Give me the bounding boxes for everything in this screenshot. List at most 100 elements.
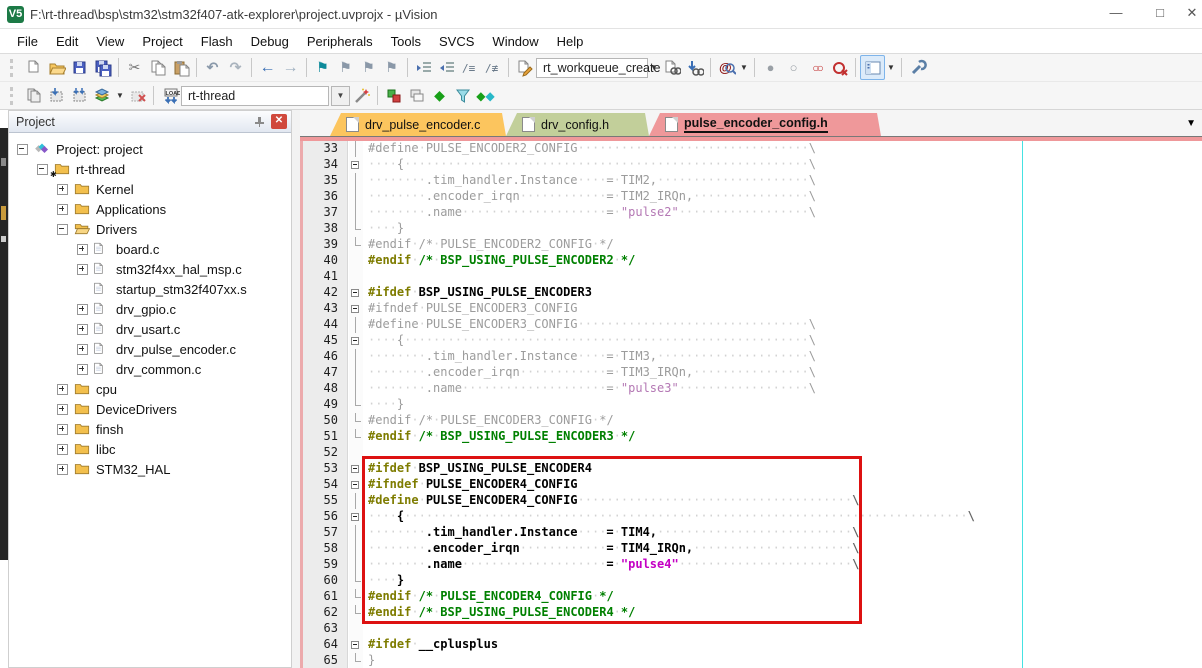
bookmark-toggle-button[interactable]: ⚑ [311, 56, 334, 79]
cut-button[interactable]: ✂ [123, 56, 146, 79]
breakpoint-kill-all-button[interactable] [828, 56, 851, 79]
manage-rte-button[interactable] [382, 84, 405, 107]
file-extensions-filter-button[interactable] [451, 84, 474, 107]
save-all-button[interactable] [91, 56, 114, 79]
fold-collapse-icon[interactable] [349, 333, 363, 349]
tree-expander-minus-icon[interactable] [57, 224, 68, 235]
bookmark-prev-button[interactable]: ⚑ [357, 56, 380, 79]
breakpoint-enable-disable-button[interactable]: ○ [782, 56, 805, 79]
tree-item-board-c[interactable]: board.c [9, 239, 291, 259]
tree-expander-plus-icon[interactable] [57, 424, 68, 435]
tree-expander-plus-icon[interactable] [77, 344, 88, 355]
project-panel-close-button[interactable]: ✕ [271, 114, 287, 129]
menu-file[interactable]: File [8, 31, 47, 52]
tree-item-drv-usart-c[interactable]: drv_usart.c [9, 319, 291, 339]
menu-project[interactable]: Project [133, 31, 191, 52]
tree-expander-plus-icon[interactable] [77, 244, 88, 255]
target-select-combobox[interactable]: rt-thread [181, 86, 329, 106]
tree-expander-minus-icon[interactable] [17, 144, 28, 155]
tree-expander-plus-icon[interactable] [57, 444, 68, 455]
translate-file-button[interactable] [22, 84, 45, 107]
tree-expander-plus-icon[interactable] [77, 324, 88, 335]
manage-books-button[interactable]: ◆◆ [474, 84, 497, 107]
editor-tab-drv-pulse-encoder-c[interactable]: drv_pulse_encoder.c [330, 113, 506, 136]
tree-expander-plus-icon[interactable] [57, 404, 68, 415]
tree-item-kernel[interactable]: Kernel [9, 179, 291, 199]
window-layout-button[interactable] [860, 55, 885, 80]
minimize-button[interactable]: — [1094, 0, 1138, 28]
menu-view[interactable]: View [87, 31, 133, 52]
tree-item-libc[interactable]: libc [9, 439, 291, 459]
menu-debug[interactable]: Debug [242, 31, 298, 52]
comment-selection-button[interactable]: /≡ [458, 56, 481, 79]
indent-button[interactable] [412, 56, 435, 79]
quick-find-button[interactable]: @ [715, 56, 738, 79]
stop-build-button[interactable] [126, 84, 149, 107]
fold-collapse-icon[interactable] [349, 509, 363, 525]
menu-window[interactable]: Window [483, 31, 547, 52]
tree-expander-minus-icon[interactable] [37, 164, 48, 175]
window-layout-dropdown-icon[interactable]: ▼ [885, 56, 897, 79]
fold-collapse-icon[interactable] [349, 285, 363, 301]
find-text-dropdown-icon[interactable]: ▼ [648, 56, 660, 79]
incremental-find-button[interactable] [683, 56, 706, 79]
tree-expander-plus-icon[interactable] [77, 264, 88, 275]
tree-item-rt-thread[interactable]: ✱rt-thread [9, 159, 291, 179]
find-text-combobox[interactable]: rt_workqueue_create [536, 58, 648, 78]
tree-expander-plus-icon[interactable] [57, 464, 68, 475]
save-file-button[interactable] [68, 56, 91, 79]
copy-button[interactable] [146, 56, 169, 79]
tree-item-cpu[interactable]: cpu [9, 379, 291, 399]
tree-item-drivers[interactable]: Drivers [9, 219, 291, 239]
tree-expander-plus-icon[interactable] [77, 304, 88, 315]
tree-expander-plus-icon[interactable] [57, 184, 68, 195]
batch-build-dropdown-icon[interactable]: ▼ [114, 84, 126, 107]
fold-collapse-icon[interactable] [349, 637, 363, 653]
navigate-back-button[interactable]: ← [256, 56, 279, 79]
quick-find-dropdown-icon[interactable]: ▼ [738, 56, 750, 79]
editor-tab-drv-config-h[interactable]: drv_config.h [506, 113, 649, 136]
open-file-button[interactable] [45, 56, 68, 79]
redo-button[interactable]: ↷ [224, 56, 247, 79]
fold-collapse-icon[interactable] [349, 157, 363, 173]
copy-all-windows-button[interactable] [405, 84, 428, 107]
menu-peripherals[interactable]: Peripherals [298, 31, 382, 52]
menu-edit[interactable]: Edit [47, 31, 87, 52]
tree-expander-plus-icon[interactable] [57, 384, 68, 395]
fold-collapse-icon[interactable] [349, 477, 363, 493]
tree-item-stm32f4xx-hal-msp-c[interactable]: stm32f4xx_hal_msp.c [9, 259, 291, 279]
breakpoint-toggle-button[interactable]: ● [759, 56, 782, 79]
fold-collapse-icon[interactable] [349, 301, 363, 317]
batch-build-button[interactable] [91, 84, 114, 107]
tree-expander-plus-icon[interactable] [77, 364, 88, 375]
code-fold-column[interactable] [349, 141, 363, 668]
tree-item-drv-pulse-encoder-c[interactable]: drv_pulse_encoder.c [9, 339, 291, 359]
fold-collapse-icon[interactable] [349, 461, 363, 477]
pin-icon[interactable] [251, 114, 267, 130]
code-editor[interactable]: 3334353637383940414243444546474849505152… [300, 141, 1202, 668]
rebuild-all-button[interactable] [68, 84, 91, 107]
paste-button[interactable] [169, 56, 192, 79]
function-editor-button[interactable]: ◆ [428, 84, 451, 107]
menu-flash[interactable]: Flash [192, 31, 242, 52]
uncomment-selection-button[interactable]: /≢ [481, 56, 504, 79]
close-button[interactable]: ✕ [1182, 0, 1202, 28]
build-target-button[interactable] [45, 84, 68, 107]
search-files-button[interactable] [660, 56, 683, 79]
editor-tab-pulse-encoder-config-h[interactable]: pulse_encoder_config.h [649, 113, 881, 136]
maximize-button[interactable]: □ [1138, 0, 1182, 28]
panel-splitter[interactable] [292, 110, 300, 668]
configure-tools-button[interactable] [906, 56, 929, 79]
unindent-button[interactable] [435, 56, 458, 79]
tree-item-stm32-hal[interactable]: STM32_HAL [9, 459, 291, 479]
new-file-button[interactable] [22, 56, 45, 79]
menu-help[interactable]: Help [548, 31, 593, 52]
tree-item-project-project[interactable]: Project: project [9, 139, 291, 159]
find-in-files-button[interactable] [513, 56, 536, 79]
tree-item-startup-stm32f407xx-s[interactable]: startup_stm32f407xx.s [9, 279, 291, 299]
menu-svcs[interactable]: SVCS [430, 31, 483, 52]
target-select-dropdown-icon[interactable]: ▼ [331, 86, 350, 106]
tree-item-drv-gpio-c[interactable]: drv_gpio.c [9, 299, 291, 319]
tab-list-dropdown-icon[interactable]: ▼ [1186, 118, 1196, 129]
menu-tools[interactable]: Tools [382, 31, 430, 52]
